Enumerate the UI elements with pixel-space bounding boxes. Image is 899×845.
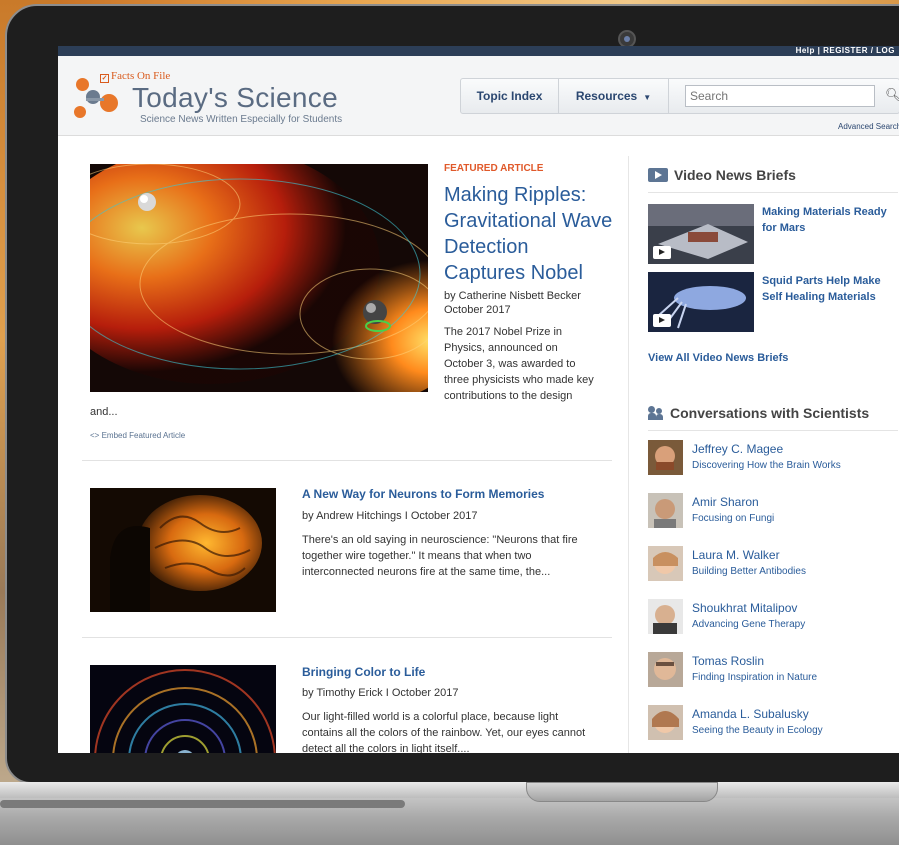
site-tagline: Science News Written Especially for Stud… [140, 114, 343, 125]
desk-surface [0, 790, 899, 845]
scientist-topic[interactable]: Discovering How the Brain Works [692, 460, 841, 471]
featured-article-summary: The 2017 Nobel Prize in Physics, announc… [444, 326, 594, 402]
site-header: ✓ Facts On File Today's Science Science N… [58, 56, 899, 136]
laptop-base [0, 782, 899, 798]
people-icon [648, 406, 664, 420]
scientist-topic[interactable]: Advancing Gene Therapy [692, 619, 805, 630]
advanced-search-link[interactable]: Advanced Search [838, 122, 899, 131]
top-utility-bar: Help | REGISTER / LOG [58, 46, 899, 56]
help-register-links[interactable]: Help | REGISTER / LOG [796, 46, 895, 55]
scientist-topic[interactable]: Finding Inspiration in Nature [692, 672, 817, 683]
scientist-avatar[interactable] [648, 599, 683, 634]
site-title[interactable]: Today's Science [132, 82, 338, 114]
video-thumbnail-mars[interactable] [648, 204, 754, 264]
scientist-avatar[interactable] [648, 705, 683, 740]
scientist-topic[interactable]: Building Better Antibodies [692, 566, 806, 577]
video-title[interactable]: Making Materials Ready for Mars [762, 204, 896, 236]
featured-article-date: October 2017 [444, 304, 511, 316]
scientist-avatar[interactable] [648, 440, 683, 475]
featured-article-author: by Catherine Nisbett Becker [444, 290, 581, 302]
resources-menu-button[interactable]: Resources ▼ [559, 79, 669, 113]
conversations-heading: Conversations with Scientists [648, 405, 869, 421]
video-icon [648, 168, 668, 182]
topic-index-button[interactable]: Topic Index [461, 79, 559, 113]
scientist-topic[interactable]: Seeing the Beauty in Ecology [692, 725, 823, 736]
laptop-hinge-notch [526, 782, 718, 802]
chevron-down-icon: ▼ [643, 93, 652, 102]
divider [648, 192, 898, 193]
scientist-avatar[interactable] [648, 546, 683, 581]
column-divider [628, 156, 629, 753]
search-icon[interactable]: 🔍︎ [885, 87, 899, 103]
divider [82, 460, 612, 461]
scientist-name[interactable]: Amir Sharon [692, 495, 759, 509]
scientist-name[interactable]: Shoukhrat Mitalipov [692, 601, 797, 615]
article-summary: Our light-filled world is a colorful pla… [302, 711, 586, 753]
video-news-briefs-title: Video News Briefs [674, 167, 796, 183]
article-image-color[interactable] [90, 665, 276, 753]
play-icon [653, 314, 671, 327]
featured-article-image[interactable] [90, 164, 428, 392]
divider [648, 430, 898, 431]
browser-screen: Help | REGISTER / LOG ✓ Facts On File Tod… [58, 46, 899, 753]
article-meta: by Andrew Hitchings I October 2017 [302, 510, 478, 522]
featured-article-summary-tail: and... [90, 406, 118, 418]
featured-article-title[interactable]: Making Ripples: Gravitational Wave Detec… [444, 182, 614, 286]
scientist-avatar[interactable] [648, 493, 683, 528]
article-image-neurons[interactable] [90, 488, 276, 612]
scientist-name[interactable]: Jeffrey C. Magee [692, 442, 783, 456]
embed-featured-article-link[interactable]: <> Embed Featured Article [90, 431, 185, 440]
scientist-name[interactable]: Laura M. Walker [692, 548, 780, 562]
scientist-name[interactable]: Tomas Roslin [692, 654, 764, 668]
resources-label: Resources [575, 89, 638, 103]
video-thumbnail-squid[interactable] [648, 272, 754, 332]
divider [82, 637, 612, 638]
article-title[interactable]: Bringing Color to Life [302, 665, 425, 679]
scientist-name[interactable]: Amanda L. Subalusky [692, 707, 809, 721]
laptop-base-stripe [0, 800, 405, 808]
scientist-topic[interactable]: Focusing on Fungi [692, 513, 774, 524]
main-nav: Topic Index Resources ▼ 🔍︎ [460, 78, 899, 114]
video-title[interactable]: Squid Parts Help Make Self Healing Mater… [762, 273, 896, 305]
article-meta: by Timothy Erick I October 2017 [302, 687, 459, 699]
scientist-avatar[interactable] [648, 652, 683, 687]
conversations-title: Conversations with Scientists [670, 405, 870, 421]
article-title[interactable]: A New Way for Neurons to Form Memories [302, 487, 544, 501]
article-summary: There's an old saying in neuroscience: "… [302, 534, 578, 578]
featured-article-meta: by Catherine Nisbett Becker October 2017 [444, 289, 614, 317]
play-icon [653, 246, 671, 259]
featured-article-label: FEATURED ARTICLE [444, 163, 544, 174]
video-news-briefs-heading: Video News Briefs [648, 167, 796, 183]
view-all-video-news-briefs-link[interactable]: View All Video News Briefs [648, 352, 788, 364]
search-input[interactable] [685, 85, 875, 107]
